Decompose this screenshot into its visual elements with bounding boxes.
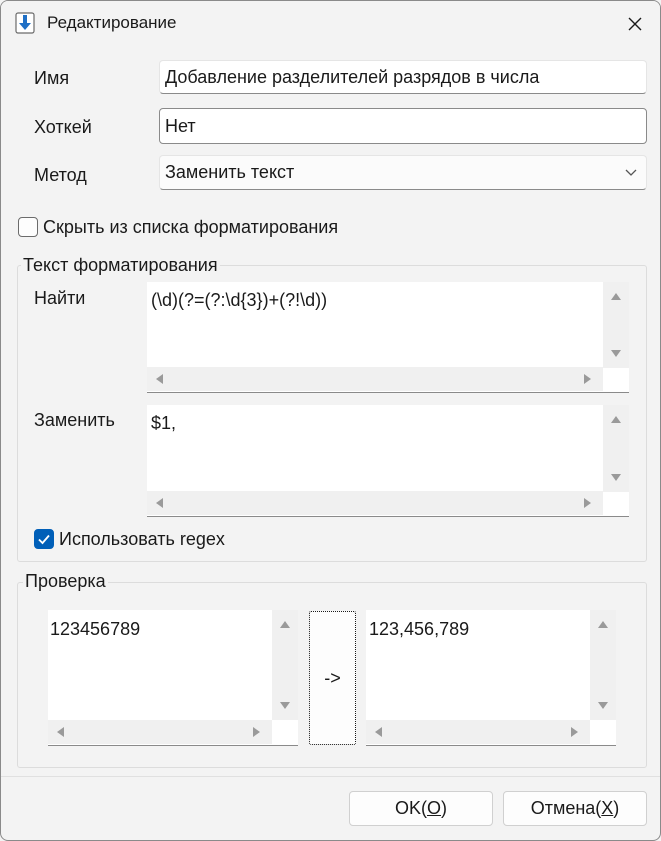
test-input-text: 123456789 [50, 619, 141, 639]
download-arrow-icon [15, 12, 35, 34]
method-select-value: Заменить текст [165, 162, 295, 182]
find-textarea[interactable]: (\d)(?=(?:\d{3})+(?!\d)) [147, 282, 629, 393]
test-output-hscrollbar[interactable] [366, 720, 590, 744]
hide-checkbox[interactable] [18, 217, 38, 237]
method-label: Метод [34, 165, 87, 185]
method-select[interactable]: Заменить текст [159, 155, 647, 190]
regex-checkbox[interactable] [34, 529, 54, 549]
scroll-down-icon[interactable] [610, 471, 622, 483]
regex-checkbox-label[interactable]: Использовать regex [59, 529, 225, 550]
scroll-right-icon[interactable] [569, 726, 581, 738]
find-hscrollbar[interactable] [147, 367, 603, 391]
scroll-down-icon[interactable] [597, 699, 609, 711]
footer-separator [1, 776, 660, 777]
replace-hscrollbar[interactable] [147, 491, 603, 515]
find-vscrollbar[interactable] [603, 282, 629, 368]
test-input-hscrollbar[interactable] [48, 720, 272, 744]
cancel-button-text-end: ) [613, 798, 620, 818]
name-label: Имя [34, 68, 70, 88]
checkmark-icon [38, 534, 50, 545]
scroll-up-icon[interactable] [597, 619, 609, 631]
hide-checkbox-label[interactable]: Скрыть из списка форматирования [43, 217, 338, 238]
window-title: Редактирование [47, 13, 177, 32]
find-label: Найти [34, 288, 86, 308]
scroll-right-icon[interactable] [251, 726, 263, 738]
scroll-down-icon[interactable] [610, 347, 622, 359]
title-bar[interactable]: Редактирование [1, 1, 660, 47]
run-test-button[interactable]: -> [309, 611, 356, 745]
ok-button-text-end: ) [441, 798, 448, 818]
close-icon [628, 17, 642, 31]
scroll-left-icon[interactable] [54, 726, 66, 738]
test-group-title: Проверка [23, 571, 108, 592]
edit-dialog: Редактирование Имя Добавление разделител… [0, 0, 661, 841]
test-output-textarea[interactable]: 123,456,789 [366, 610, 616, 746]
format-group-title: Текст форматирования [21, 255, 220, 276]
ok-button[interactable]: OK(O) [349, 791, 493, 826]
test-output-vscrollbar[interactable] [590, 610, 616, 720]
scroll-up-icon[interactable] [610, 291, 622, 303]
replace-vscrollbar[interactable] [603, 405, 629, 492]
scroll-up-icon[interactable] [279, 619, 291, 631]
ok-button-text: OK( [394, 798, 427, 818]
close-button[interactable] [610, 1, 660, 47]
replace-textarea[interactable]: $1, [147, 405, 629, 517]
find-text: (\d)(?=(?:\d{3})+(?!\d)) [151, 290, 328, 310]
cancel-button[interactable]: Отмена(X) [503, 791, 647, 826]
hotkey-label: Хоткей [34, 117, 92, 137]
name-input[interactable]: Добавление разделителей разрядов в числа [159, 60, 647, 94]
scroll-right-icon[interactable] [582, 373, 594, 385]
scroll-right-icon[interactable] [582, 497, 594, 509]
test-input-textarea[interactable]: 123456789 [48, 610, 298, 746]
scroll-left-icon[interactable] [153, 497, 165, 509]
scroll-left-icon[interactable] [153, 373, 165, 385]
test-output-text: 123,456,789 [369, 619, 470, 639]
replace-label: Заменить [34, 410, 115, 430]
scroll-down-icon[interactable] [279, 699, 291, 711]
chevron-down-icon [625, 169, 637, 176]
scroll-left-icon[interactable] [372, 726, 384, 738]
hotkey-input[interactable]: Нет [159, 108, 647, 144]
cancel-button-text: Отмена( [530, 798, 602, 818]
ok-button-accesskey: O [427, 798, 442, 818]
scroll-up-icon[interactable] [610, 414, 622, 426]
cancel-button-accesskey: X [601, 798, 614, 818]
replace-text: $1, [151, 413, 177, 433]
test-input-vscrollbar[interactable] [272, 610, 298, 720]
